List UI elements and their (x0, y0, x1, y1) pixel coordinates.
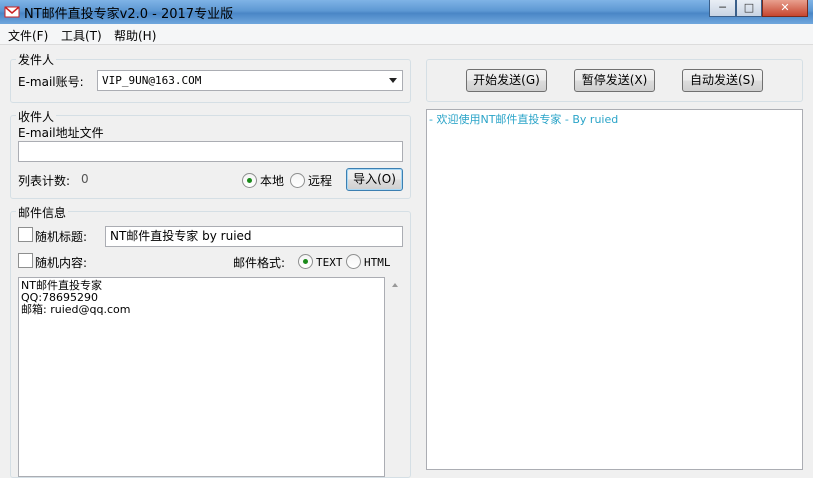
account-label: E-mail账号: (18, 75, 84, 89)
start-send-button[interactable]: 开始发送(G) (466, 69, 547, 92)
import-button[interactable]: 导入(O) (346, 168, 403, 191)
radio-local-label: 本地 (260, 174, 285, 188)
random-content-label: 随机内容: (35, 256, 88, 270)
chevron-down-icon[interactable] (389, 78, 397, 83)
subject-input[interactable]: NT邮件直投专家 by ruied (105, 226, 403, 247)
menu-file[interactable]: 文件(F) (8, 27, 48, 44)
maximize-button[interactable]: □ (736, 0, 762, 17)
menu-tools[interactable]: 工具(T) (61, 27, 102, 44)
radio-format-text[interactable] (298, 254, 313, 269)
random-subject-label: 随机标题: (35, 230, 88, 244)
format-html-label: HTML (364, 256, 391, 269)
address-file-input[interactable] (18, 141, 403, 162)
close-button[interactable]: ✕ (762, 0, 808, 17)
account-value: VIP_9UN@163.COM (102, 74, 202, 87)
list-count-label: 列表计数: (18, 174, 71, 188)
log-welcome-line: - 欢迎使用NT邮件直投专家 - By ruied (429, 113, 619, 126)
mail-format-label: 邮件格式: (233, 256, 286, 270)
menu-bar: 文件(F) 工具(T) 帮助(H) (0, 24, 813, 45)
receiver-group-title: 收件人 (16, 108, 57, 125)
mail-group-title: 邮件信息 (16, 204, 69, 221)
sender-group-title: 发件人 (16, 51, 57, 68)
app-icon (4, 6, 20, 18)
random-content-checkbox[interactable] (18, 253, 33, 268)
format-text-label: TEXT (316, 256, 343, 269)
radio-local[interactable] (242, 173, 257, 188)
title-bar: NT邮件直投专家v2.0 - 2017专业版 ─ □ ✕ (0, 0, 813, 24)
mail-body-line: 邮箱: ruied@qq.com (21, 303, 131, 316)
minimize-button[interactable]: ─ (709, 0, 736, 17)
radio-format-html[interactable] (346, 254, 361, 269)
radio-remote[interactable] (290, 173, 305, 188)
mail-body-textarea[interactable]: NT邮件直投专家 QQ:78695290 邮箱: ruied@qq.com (18, 277, 385, 477)
log-panel[interactable]: - 欢迎使用NT邮件直投专家 - By ruied (426, 109, 803, 470)
window-title: NT邮件直投专家v2.0 - 2017专业版 (24, 7, 234, 22)
pause-send-button[interactable]: 暂停发送(X) (574, 69, 655, 92)
list-count-value: 0 (81, 172, 89, 186)
auto-send-button[interactable]: 自动发送(S) (682, 69, 763, 92)
scroll-up-arrow-icon[interactable] (392, 283, 398, 287)
radio-remote-label: 远程 (308, 174, 333, 188)
menu-help[interactable]: 帮助(H) (114, 27, 156, 44)
random-subject-checkbox[interactable] (18, 227, 33, 242)
account-combobox[interactable]: VIP_9UN@163.COM (97, 70, 403, 91)
address-file-label: E-mail地址文件 (18, 126, 104, 140)
